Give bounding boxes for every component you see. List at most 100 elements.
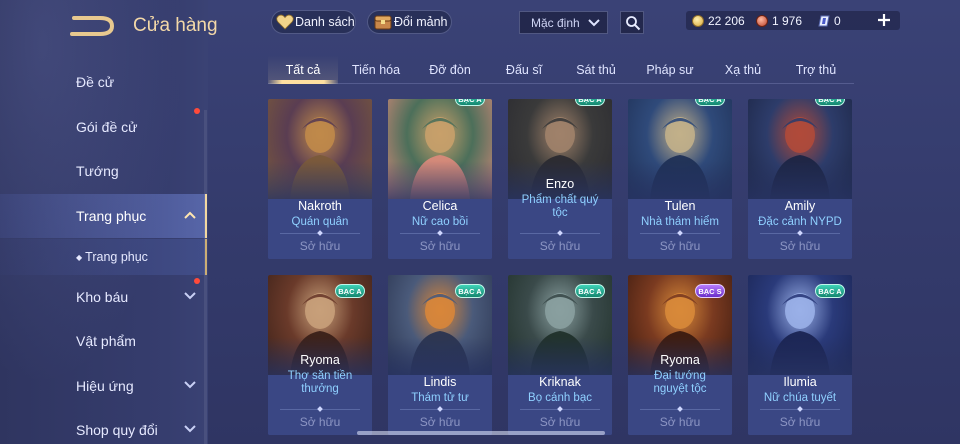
- sort-dropdown-value: Mặc định: [531, 15, 580, 30]
- chevron-down-icon[interactable]: [183, 380, 197, 390]
- hero-name: Amily: [784, 199, 816, 213]
- tier-badge: BẠC A: [815, 284, 845, 298]
- grid-scroll-indicator[interactable]: [357, 431, 605, 435]
- owned-label: Sở hữu: [299, 239, 341, 253]
- skin-card[interactable]: Lindis Thám tử tư Sở hữu BẠC A: [388, 275, 492, 435]
- gold-amount: 22 206: [708, 13, 745, 28]
- chevron-down-icon[interactable]: [183, 291, 197, 301]
- ruby-icon: [756, 14, 768, 27]
- gold-balance: 22 206: [692, 11, 745, 30]
- tab-4[interactable]: Sát thủ: [560, 62, 632, 82]
- tab-5[interactable]: Pháp sư: [633, 62, 707, 82]
- tier-badge: BẠC A: [455, 284, 485, 298]
- skin-name: Đặc cảnh NYPD: [758, 216, 842, 228]
- exchange-shards-button[interactable]: Đổi mảnh: [367, 10, 452, 34]
- owned-label: Sở hữu: [779, 239, 821, 253]
- skin-card[interactable]: Kriknak Bọ cánh bạc Sở hữu BẠC A: [508, 275, 612, 435]
- hero-name: Ryoma: [660, 353, 700, 367]
- skin-card[interactable]: Ryoma Thợ săn tiền thưởng Sở hữu BẠC A: [268, 275, 372, 435]
- sidebar-item-treasure[interactable]: Kho báu: [76, 287, 128, 307]
- notification-dot: [194, 108, 200, 114]
- plus-icon: [878, 14, 890, 26]
- voucher-icon: [818, 15, 830, 26]
- owned-label: Sở hữu: [419, 415, 461, 429]
- owned-label: Sở hữu: [659, 239, 701, 253]
- tier-badge: BẠC A: [575, 99, 605, 106]
- notification-dot: [194, 278, 200, 284]
- sort-dropdown[interactable]: Mặc định: [519, 11, 608, 34]
- sidebar-subitem-skins[interactable]: ◆ Trang phục: [76, 247, 148, 267]
- skin-card[interactable]: Tulen Nhà thám hiểm Sở hữu BẠC A: [628, 99, 732, 259]
- sidebar-scroll-track[interactable]: [204, 110, 207, 444]
- owned-label: Sở hữu: [539, 415, 581, 429]
- tab-0[interactable]: Tất cả: [268, 62, 338, 82]
- skin-card[interactable]: Ilumia Nữ chúa tuyết Sở hữu BẠC A: [748, 275, 852, 435]
- hero-name: Nakroth: [298, 199, 342, 213]
- gem-balance: 1 976: [756, 11, 802, 30]
- tab-active-underline: [268, 80, 338, 84]
- skin-name: Nữ cao bồi: [411, 216, 469, 228]
- search-button[interactable]: [620, 11, 644, 34]
- add-currency-button[interactable]: [876, 11, 892, 30]
- hero-name: Celica: [422, 199, 458, 213]
- diamond-bullet-icon: ◆: [76, 253, 83, 262]
- tab-1[interactable]: Tiến hóa: [340, 62, 412, 82]
- skin-card[interactable]: Nakroth Quán quân Sở hữu: [268, 99, 372, 259]
- gold-coin-icon: [692, 14, 704, 27]
- tab-7[interactable]: Trợ thủ: [780, 62, 852, 82]
- skin-name: Nhà thám hiểm: [641, 216, 719, 228]
- tier-badge: BẠC A: [335, 284, 365, 298]
- skin-name: Đại tướng nguyệt tộc: [653, 370, 707, 395]
- voucher-balance: 0: [818, 11, 841, 30]
- tier-badge: BẠC A: [695, 99, 725, 106]
- tier-badge: BẠC A: [455, 99, 485, 106]
- page-title: Cửa hàng: [133, 15, 218, 36]
- sidebar-item-effects[interactable]: Hiệu ứng: [76, 376, 134, 396]
- chevron-up-icon[interactable]: [183, 210, 197, 220]
- skin-name: Thám tử tư: [411, 392, 469, 404]
- owned-label: Sở hữu: [539, 239, 581, 253]
- chevron-down-icon[interactable]: [183, 424, 197, 434]
- sidebar: Cửa hàng Đề cử Gói đề cử Tướng Trang phụ…: [0, 0, 218, 444]
- owned-label: Sở hữu: [659, 415, 701, 429]
- heart-icon: [276, 14, 294, 30]
- skin-card[interactable]: Amily Đặc cảnh NYPD Sở hữu BẠC A: [748, 99, 852, 259]
- hero-name: Kriknak: [539, 375, 581, 389]
- gem-amount: 1 976: [772, 13, 803, 28]
- hero-name: Ryoma: [300, 353, 340, 367]
- sidebar-item-recommended[interactable]: Đề cử: [76, 72, 114, 92]
- voucher-amount: 0: [834, 13, 841, 28]
- tier-badge: BẠC A: [575, 284, 605, 298]
- skin-name: Nữ chúa tuyết: [763, 392, 837, 404]
- tab-2[interactable]: Đỡ đòn: [413, 62, 487, 82]
- skin-name: Bọ cánh bạc: [528, 392, 592, 404]
- exchange-shards-label: Đổi mảnh: [394, 15, 448, 29]
- list-button-label: Danh sách: [295, 15, 355, 29]
- skin-card[interactable]: Celica Nữ cao bồi Sở hữu BẠC A: [388, 99, 492, 259]
- list-button[interactable]: Danh sách: [271, 10, 356, 34]
- skin-name: Thợ săn tiền thưởng: [287, 370, 353, 395]
- skin-card[interactable]: Enzo Phẩm chất quý tộc Sở hữu BẠC A: [508, 99, 612, 259]
- skin-card[interactable]: Ryoma Đại tướng nguyệt tộc Sở hữu BẠC S: [628, 275, 732, 435]
- tab-3[interactable]: Đấu sĩ: [488, 62, 560, 82]
- sidebar-subitem-label: Trang phục: [85, 250, 148, 264]
- tier-badge: BẠC A: [815, 99, 845, 106]
- chest-icon: [374, 15, 392, 30]
- sidebar-item-skins[interactable]: Trang phục: [76, 206, 146, 226]
- skin-name: Quán quân: [291, 216, 349, 228]
- hero-name: Enzo: [545, 177, 575, 191]
- sidebar-item-recommended-bundles[interactable]: Gói đề cử: [76, 117, 138, 137]
- sidebar-item-items[interactable]: Vật phẩm: [76, 331, 136, 351]
- back-arrow-icon[interactable]: [70, 14, 120, 38]
- tier-badge: BẠC S: [695, 284, 725, 298]
- sidebar-item-exchange-shop[interactable]: Shop quy đổi: [76, 420, 158, 440]
- currency-bar: 22 206 1 976 0: [686, 11, 900, 30]
- owned-label: Sở hữu: [779, 415, 821, 429]
- tabs-divider: [268, 83, 854, 84]
- hero-name: Lindis: [423, 375, 457, 389]
- sidebar-item-heroes[interactable]: Tướng: [76, 161, 119, 181]
- tab-6[interactable]: Xạ thủ: [707, 62, 779, 82]
- owned-label: Sở hữu: [419, 239, 461, 253]
- owned-label: Sở hữu: [299, 415, 341, 429]
- hero-name: Tulen: [664, 199, 696, 213]
